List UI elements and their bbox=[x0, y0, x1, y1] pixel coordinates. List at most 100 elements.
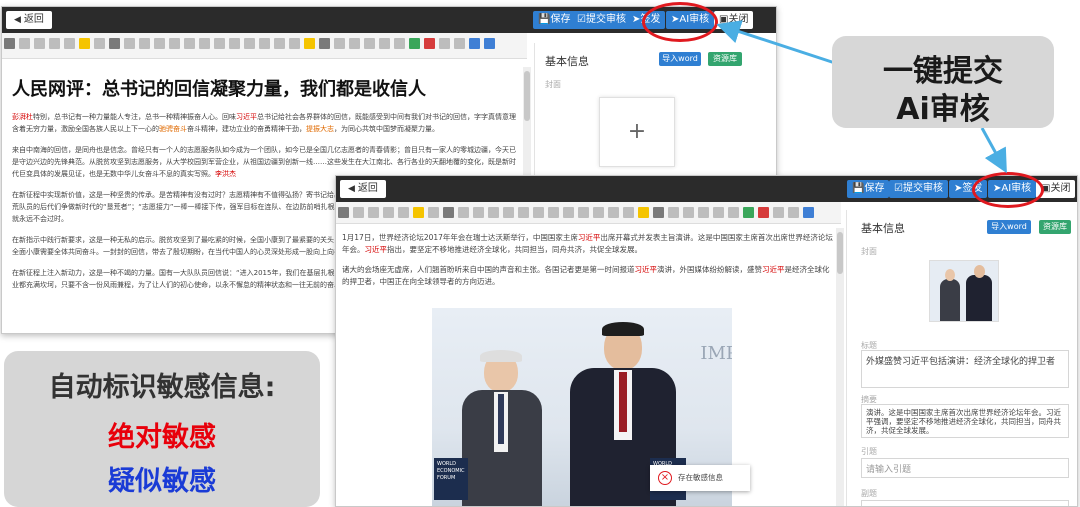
copy-icon[interactable] bbox=[64, 38, 75, 49]
back-button[interactable]: ◀ 返回 bbox=[340, 180, 386, 198]
back-button[interactable]: ◀ 返回 bbox=[6, 11, 52, 29]
align-right-icon[interactable] bbox=[139, 38, 150, 49]
font-color-icon[interactable] bbox=[623, 207, 634, 218]
underline-icon[interactable] bbox=[683, 207, 694, 218]
fullscreen-icon[interactable] bbox=[469, 38, 480, 49]
highlight-icon[interactable] bbox=[304, 38, 315, 49]
cut-icon[interactable] bbox=[49, 38, 60, 49]
font-family-icon[interactable] bbox=[593, 207, 604, 218]
outdent-icon[interactable] bbox=[214, 38, 225, 49]
undo-icon[interactable] bbox=[19, 38, 30, 49]
cover-thumbnail[interactable] bbox=[929, 260, 999, 322]
strike-icon[interactable] bbox=[364, 38, 375, 49]
align-left-icon[interactable] bbox=[109, 38, 120, 49]
heading-icon[interactable] bbox=[578, 207, 589, 218]
paragraph-text: 奋斗精神，建功立业的奋勇精神干劲， bbox=[187, 125, 306, 133]
emoji-icon[interactable] bbox=[454, 38, 465, 49]
table-icon[interactable] bbox=[713, 207, 724, 218]
video-icon[interactable] bbox=[758, 207, 769, 218]
resource-library-button[interactable]: 资源库 bbox=[1039, 220, 1071, 234]
sensitive-term[interactable]: 彭湃杜 bbox=[12, 113, 33, 121]
outdent-icon[interactable] bbox=[548, 207, 559, 218]
front-editor-window: ◀ 返回 💾保存 ☑提交审核 ➤签发 ➤AI审核 ▣关闭 1月17日，世界经济论… bbox=[335, 175, 1078, 507]
editor-scrollbar[interactable] bbox=[836, 228, 844, 506]
lead-field[interactable]: 请输入引题 bbox=[861, 458, 1069, 478]
title-field[interactable]: 外媒盛赞习近平包括演讲：经济全球化的捍卫者 bbox=[861, 350, 1069, 388]
font-family-icon[interactable] bbox=[259, 38, 270, 49]
sensitive-term[interactable]: 习近平 bbox=[762, 265, 785, 274]
undo-icon[interactable] bbox=[353, 207, 364, 218]
indent-icon[interactable] bbox=[199, 38, 210, 49]
paste-text-icon[interactable] bbox=[428, 207, 439, 218]
paste-icon[interactable] bbox=[79, 38, 90, 49]
close-button[interactable]: ▣关闭 bbox=[714, 11, 754, 29]
save-label: 保存 bbox=[864, 183, 885, 194]
source-icon[interactable] bbox=[4, 38, 15, 49]
cut-icon[interactable] bbox=[383, 207, 394, 218]
sensitive-term[interactable]: 习近平 bbox=[635, 265, 658, 274]
preview-icon[interactable] bbox=[484, 38, 495, 49]
anchor-icon[interactable] bbox=[439, 38, 450, 49]
sensitive-info-popup[interactable]: × 存在敏感信息 bbox=[650, 465, 750, 491]
bold-icon[interactable] bbox=[653, 207, 664, 218]
paragraph-text: 1月17日，世界经济论坛2017年年会在瑞士达沃斯举行，中国国家主席 bbox=[342, 233, 578, 242]
align-center-icon[interactable] bbox=[124, 38, 135, 49]
sensitive-term[interactable]: 习近平 bbox=[578, 233, 601, 242]
source-icon[interactable] bbox=[338, 207, 349, 218]
sensitive-term[interactable]: 习近平 bbox=[236, 113, 257, 121]
heading-icon[interactable] bbox=[244, 38, 255, 49]
font-color-icon[interactable] bbox=[289, 38, 300, 49]
align-right-icon[interactable] bbox=[473, 207, 484, 218]
save-button[interactable]: 💾保存 bbox=[533, 11, 576, 29]
font-size-icon[interactable] bbox=[608, 207, 619, 218]
list-ordered-icon[interactable] bbox=[503, 207, 514, 218]
format-icon[interactable] bbox=[229, 38, 240, 49]
strike-icon[interactable] bbox=[698, 207, 709, 218]
cover-upload-box[interactable]: + bbox=[599, 97, 675, 167]
align-center-icon[interactable] bbox=[458, 207, 469, 218]
highlight-icon[interactable] bbox=[638, 207, 649, 218]
redo-icon[interactable] bbox=[368, 207, 379, 218]
bold-icon[interactable] bbox=[319, 38, 330, 49]
article-editor[interactable]: 1月17日，世界经济论坛2017年年会在瑞士达沃斯举行，中国国家主席习近平出席开… bbox=[340, 228, 836, 506]
list-ordered-icon[interactable] bbox=[169, 38, 180, 49]
paste-text-icon[interactable] bbox=[94, 38, 105, 49]
subtitle-field[interactable] bbox=[861, 500, 1069, 506]
list-bullet-icon[interactable] bbox=[184, 38, 195, 49]
sensitive-term[interactable]: 李洪杰 bbox=[215, 170, 236, 178]
resource-library-button[interactable]: 资源库 bbox=[708, 52, 742, 66]
summary-field[interactable]: 演讲。这是中国国家主席首次出席世界经济论坛年会。习近平强调，要坚定不移地推进经济… bbox=[861, 404, 1069, 438]
italic-icon[interactable] bbox=[668, 207, 679, 218]
anchor-icon[interactable] bbox=[773, 207, 784, 218]
underline-icon[interactable] bbox=[349, 38, 360, 49]
list-bullet-icon[interactable] bbox=[518, 207, 529, 218]
suspected-sensitive-term[interactable]: 提振大志 bbox=[306, 125, 334, 133]
submit-review-button[interactable]: ☑提交审核 bbox=[889, 180, 948, 198]
table-icon[interactable] bbox=[379, 38, 390, 49]
paste-icon[interactable] bbox=[413, 207, 424, 218]
import-word-button[interactable]: 导入word bbox=[659, 52, 701, 66]
import-word-button[interactable]: 导入word bbox=[987, 220, 1031, 234]
submit-review-button[interactable]: ☑提交审核 bbox=[572, 11, 631, 29]
save-button[interactable]: 💾保存 bbox=[847, 180, 890, 198]
emoji-icon[interactable] bbox=[788, 207, 799, 218]
format-icon[interactable] bbox=[563, 207, 574, 218]
image-icon[interactable] bbox=[409, 38, 420, 49]
fullscreen-icon[interactable] bbox=[803, 207, 814, 218]
indent-icon[interactable] bbox=[533, 207, 544, 218]
video-icon[interactable] bbox=[424, 38, 435, 49]
back-ai-review-highlight bbox=[642, 2, 718, 42]
justify-icon[interactable] bbox=[488, 207, 499, 218]
italic-icon[interactable] bbox=[334, 38, 345, 49]
link-icon[interactable] bbox=[394, 38, 405, 49]
sensitive-term[interactable]: 习近平 bbox=[365, 245, 388, 254]
suspected-sensitive-term[interactable]: 驰骋奋斗 bbox=[159, 125, 187, 133]
submit-review-label: 提交审核 bbox=[902, 183, 943, 194]
link-icon[interactable] bbox=[728, 207, 739, 218]
align-left-icon[interactable] bbox=[443, 207, 454, 218]
justify-icon[interactable] bbox=[154, 38, 165, 49]
font-size-icon[interactable] bbox=[274, 38, 285, 49]
redo-icon[interactable] bbox=[34, 38, 45, 49]
image-icon[interactable] bbox=[743, 207, 754, 218]
copy-icon[interactable] bbox=[398, 207, 409, 218]
